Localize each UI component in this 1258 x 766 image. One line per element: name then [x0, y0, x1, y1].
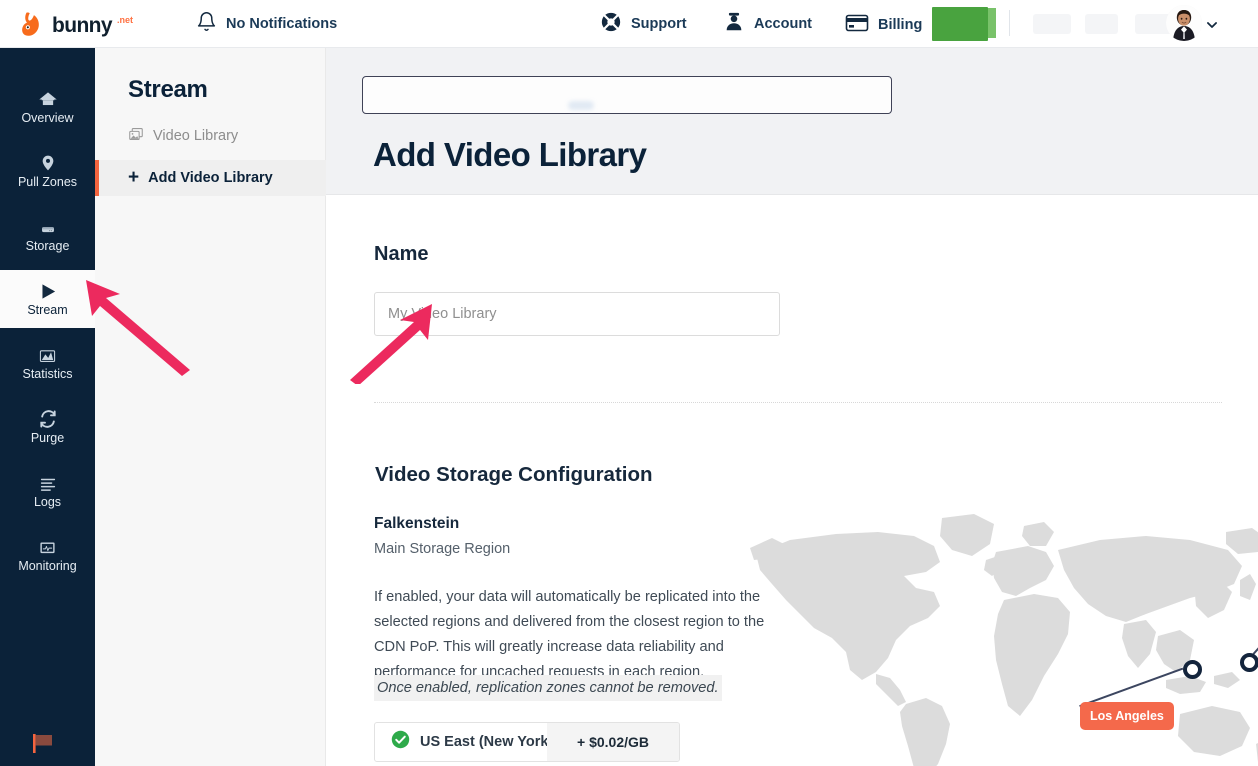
region-option-label: US East (New York) [420, 734, 547, 750]
storage-section-label: Video Storage Configuration [375, 463, 653, 486]
region-option-price: + $0.02/GB [547, 723, 679, 761]
subnav-item-label: Add Video Library [148, 170, 273, 186]
page-header-band: Add Video Library [326, 48, 1258, 195]
chart-icon [37, 345, 59, 365]
images-icon [128, 127, 144, 146]
sidebar-item-label: Overview [21, 111, 74, 126]
sidebar-item-pull-zones[interactable]: Pull Zones [0, 142, 95, 200]
name-section-label: Name [374, 243, 429, 265]
check-circle-icon [391, 730, 410, 754]
primary-sidebar: Overview Pull Zones Storage Stream Stati… [0, 48, 95, 766]
replication-world-map: Los Angeles New York Falkenstein Singapo… [728, 488, 1258, 766]
sidebar-item-monitoring[interactable]: Monitoring [0, 526, 95, 584]
subnav-item-video-library[interactable]: Video Library [95, 118, 326, 154]
subnav-item-add-video-library[interactable]: + Add Video Library [95, 160, 326, 196]
account-balance-redacted[interactable] [932, 7, 996, 41]
play-icon [37, 281, 59, 301]
sidebar-item-label: Statistics [22, 367, 73, 382]
region-option-us-east[interactable]: US East (New York) + $0.02/GB [374, 722, 680, 762]
map-pin-los-angeles [1183, 660, 1202, 679]
billing-button[interactable]: Billing [845, 11, 922, 39]
account-button[interactable]: Account [723, 11, 812, 37]
stream-subnav: Stream Video Library + Add Video Library [95, 48, 326, 766]
library-name-input[interactable] [374, 292, 780, 336]
list-icon [37, 473, 59, 493]
map-connector-new-york [1246, 624, 1258, 662]
logo-wordmark: bunny [52, 13, 113, 37]
sidebar-item-statistics[interactable]: Statistics [0, 334, 95, 392]
account-label: Account [754, 16, 812, 32]
sidebar-item-storage[interactable]: Storage [0, 206, 95, 264]
user-icon [723, 11, 745, 37]
sidebar-item-logs[interactable]: Logs [0, 462, 95, 520]
page-title: Add Video Library [373, 136, 647, 173]
replication-description: If enabled, your data will automatically… [374, 589, 765, 680]
avatar[interactable] [1166, 5, 1202, 41]
sidebar-item-label: Storage [25, 239, 70, 254]
header-placeholder-1 [1033, 14, 1071, 34]
sidebar-item-label: Pull Zones [17, 175, 78, 190]
billing-label: Billing [878, 17, 923, 33]
support-label: Support [631, 16, 687, 32]
main-storage-region-subtitle: Main Storage Region [374, 541, 511, 557]
credit-card-icon [845, 11, 869, 39]
bell-icon [196, 11, 217, 37]
sidebar-item-label: Logs [33, 495, 62, 510]
subnav-item-label: Video Library [153, 128, 239, 144]
sidebar-item-label: Purge [30, 431, 65, 446]
monitor-icon [37, 537, 59, 557]
map-pin-new-york [1240, 653, 1258, 672]
search-input[interactable] [362, 76, 892, 114]
sidebar-item-label: Monitoring [18, 559, 77, 574]
chevron-down-icon[interactable] [1205, 18, 1219, 32]
subnav-title: Stream [128, 76, 208, 103]
plus-icon: + [128, 166, 140, 188]
notifications-button[interactable]: No Notifications [196, 11, 337, 37]
sidebar-item-stream[interactable]: Stream [0, 270, 95, 328]
map-connector-los-angeles [1079, 668, 1184, 708]
main-content: Add Video Library Name Video Storage Con… [326, 48, 1258, 766]
sidebar-item-overview[interactable]: Overview [0, 78, 95, 136]
map-label-los-angeles: Los Angeles [1080, 702, 1174, 730]
lifebuoy-icon [600, 11, 622, 37]
header-placeholder-2 [1085, 14, 1118, 34]
support-button[interactable]: Support [600, 11, 687, 37]
header-divider [1009, 10, 1010, 36]
home-icon [37, 89, 59, 109]
server-icon [37, 217, 59, 237]
search-blurred-content [568, 101, 594, 110]
logo-tld: .net [117, 15, 134, 25]
section-divider [374, 402, 1222, 403]
replication-note: Once enabled, replication zones cannot b… [374, 675, 722, 701]
bunny-logo[interactable]: bunny .net [18, 6, 140, 42]
sidebar-item-purge[interactable]: Purge [0, 398, 95, 456]
main-storage-region-name: Falkenstein [374, 515, 460, 532]
world-map-svg [750, 514, 1258, 766]
flag-icon[interactable] [32, 732, 58, 754]
notifications-label: No Notifications [226, 16, 338, 32]
map-pin-icon [37, 153, 59, 173]
sidebar-item-label: Stream [27, 303, 68, 318]
refresh-icon [37, 409, 59, 429]
top-header-bar: bunny .net No Notifications Support Acco… [0, 0, 1258, 48]
bunny-logo-icon [18, 9, 48, 39]
